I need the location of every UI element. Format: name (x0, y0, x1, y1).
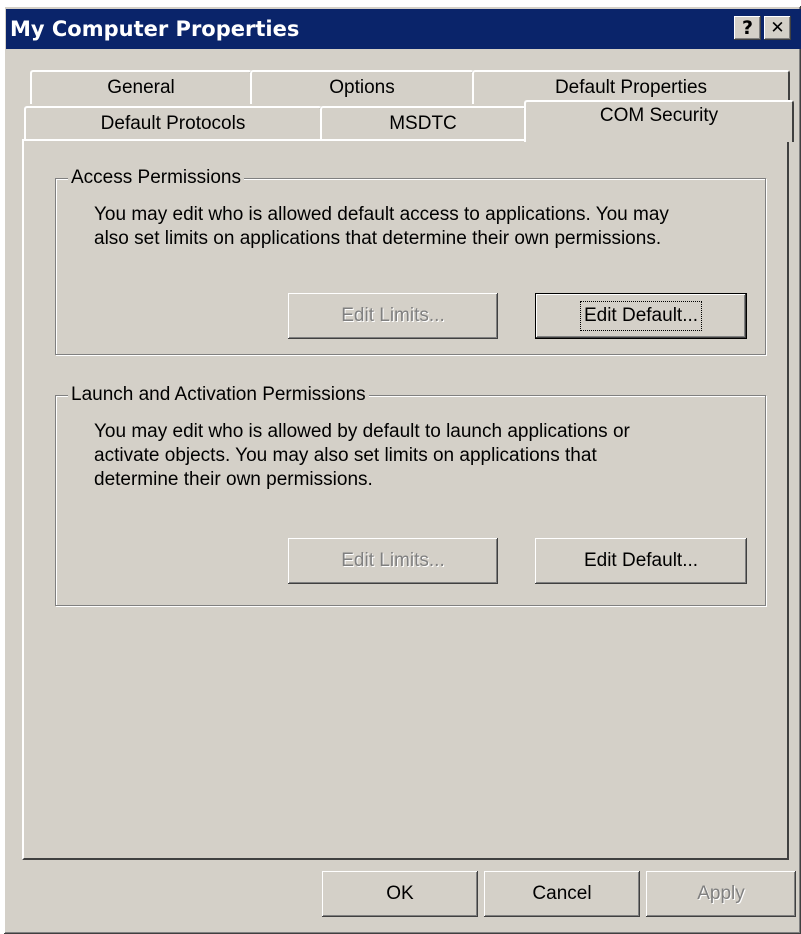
tab-label: COM Security (599, 105, 719, 126)
tab-label: General (107, 77, 175, 98)
tab-label: Default Protocols (100, 113, 246, 134)
tab-default-protocols[interactable]: Default Protocols (24, 106, 322, 140)
launch-edit-default-button[interactable]: Edit Default... (535, 538, 747, 584)
access-edit-default-button[interactable]: Edit Default... (535, 293, 747, 339)
tab-com-security[interactable]: COM Security (524, 100, 794, 142)
button-label: Edit Default... (579, 301, 703, 331)
button-label: Edit Default... (583, 550, 699, 571)
tab-msdtc[interactable]: MSDTC (320, 106, 526, 140)
tab-label: Options (329, 77, 395, 98)
launch-permissions-group: Launch and Activation Permissions You ma… (55, 384, 766, 606)
apply-button[interactable]: Apply (646, 871, 796, 917)
description-line: You may edit who is allowed by default t… (94, 421, 630, 442)
group-legend: Access Permissions (68, 167, 244, 189)
close-button[interactable]: ✕ (764, 16, 791, 40)
description-line: activate objects. You may also set limit… (94, 445, 597, 466)
launch-edit-limits-button[interactable]: Edit Limits... (288, 538, 498, 584)
description-line: You may edit who is allowed default acce… (94, 204, 669, 225)
access-permissions-group: Access Permissions You may edit who is a… (55, 167, 766, 355)
title-bar[interactable]: My Computer Properties ? ✕ (6, 9, 801, 49)
button-label: Apply (697, 883, 745, 904)
launch-description: You may edit who is allowed by default t… (94, 420, 630, 492)
button-label: Cancel (532, 883, 592, 904)
button-label: OK (386, 883, 414, 904)
ok-button[interactable]: OK (322, 871, 478, 917)
access-edit-limits-button[interactable]: Edit Limits... (288, 293, 498, 339)
group-legend: Launch and Activation Permissions (68, 384, 369, 406)
access-description: You may edit who is allowed default acce… (94, 203, 669, 251)
tab-label: Default Properties (554, 77, 708, 98)
button-label: Edit Limits... (341, 305, 445, 326)
close-icon: ✕ (770, 17, 785, 38)
description-line: determine their own permissions. (94, 469, 373, 490)
help-icon: ? (741, 16, 754, 39)
tab-default-properties[interactable]: Default Properties (472, 70, 790, 104)
tab-general[interactable]: General (30, 70, 252, 104)
tab-options[interactable]: Options (250, 70, 474, 104)
tab-label: MSDTC (389, 113, 457, 134)
help-button[interactable]: ? (734, 16, 761, 40)
cancel-button[interactable]: Cancel (484, 871, 640, 917)
tab-panel-com-security: Access Permissions You may edit who is a… (22, 139, 789, 860)
button-label: Edit Limits... (341, 550, 445, 571)
description-line: also set limits on applications that det… (94, 228, 662, 249)
window-title: My Computer Properties (10, 17, 300, 41)
